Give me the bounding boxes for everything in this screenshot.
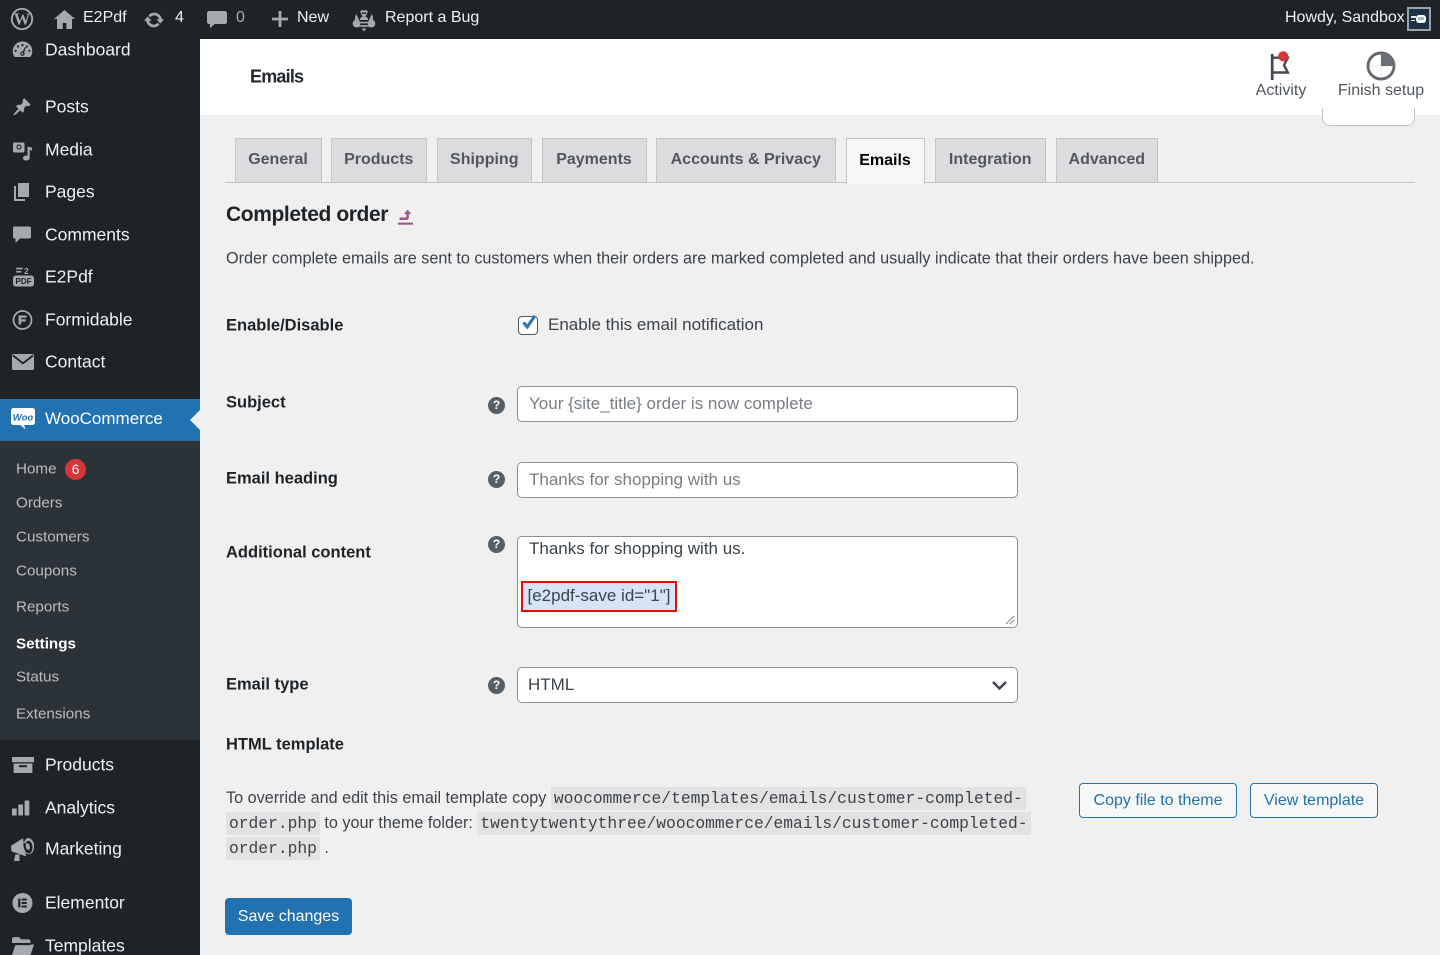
svg-text:PDF: PDF — [15, 277, 31, 286]
svg-text:W: W — [14, 9, 31, 28]
svg-text:2: 2 — [24, 267, 29, 276]
svg-text:Woo: Woo — [13, 413, 34, 424]
